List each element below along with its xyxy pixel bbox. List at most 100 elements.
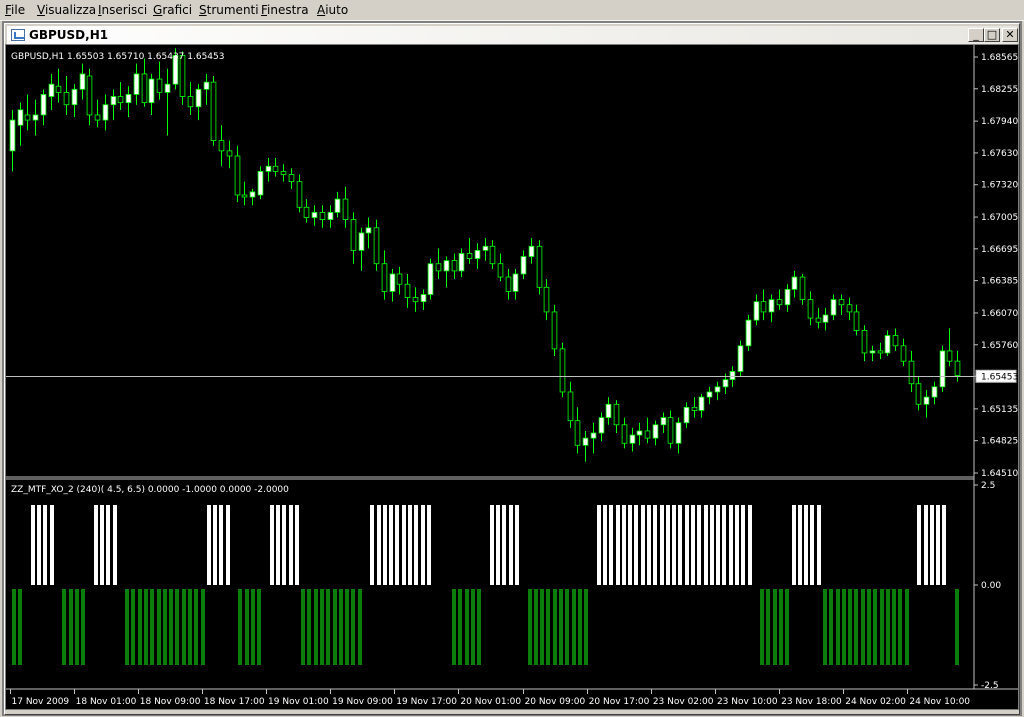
histo-bar-up	[219, 505, 223, 585]
histo-bar-down	[766, 589, 770, 665]
histo-bar-down	[307, 589, 311, 665]
chart-window-titlebar[interactable]: GBPUSD,H1 _ □ ✕	[7, 26, 1018, 45]
histo-bar-down	[880, 589, 884, 665]
histo-bar-down	[867, 589, 871, 665]
candle-body	[636, 430, 643, 436]
candle-body	[853, 311, 860, 331]
indicator-panel[interactable]	[12, 505, 959, 665]
histo-bar-down	[873, 589, 877, 665]
menu-strumenti[interactable]: Strumenti	[199, 3, 259, 18]
histo-bar-down	[559, 589, 563, 665]
candle-body	[729, 371, 736, 381]
candle-body	[396, 273, 403, 285]
time-tick-label: 20 Nov 09:00	[525, 697, 586, 707]
histo-bar-down	[351, 589, 355, 665]
histo-bar-up	[710, 505, 714, 585]
close-button[interactable]: ✕	[1002, 28, 1018, 42]
time-tick-label: 18 Nov 17:00	[204, 697, 265, 707]
histo-bar-up	[917, 505, 921, 585]
candle-body	[954, 360, 961, 376]
candle-body	[427, 263, 434, 295]
menu-grafici[interactable]: Grafici	[153, 3, 192, 18]
candle-body	[265, 165, 272, 172]
histo-bar-up	[402, 505, 406, 585]
candle-body	[652, 424, 659, 439]
histo-bar-up	[691, 505, 695, 585]
candle-body	[512, 273, 519, 292]
menu-inserisci[interactable]: Inserisci	[98, 3, 147, 18]
histo-bar-up	[113, 505, 117, 585]
menu-finestra[interactable]: Finestra	[261, 3, 309, 18]
candle-body	[187, 96, 194, 108]
candle-body	[799, 276, 806, 301]
price-tick-label: 1.64825	[981, 437, 1018, 447]
candle-body	[884, 335, 891, 354]
histo-bar-down	[326, 589, 330, 665]
candle-body	[133, 73, 140, 95]
candle-body	[234, 155, 241, 196]
histo-bar-up	[653, 505, 657, 585]
candle-body	[776, 299, 783, 306]
time-tick-label: 23 Nov 18:00	[781, 697, 842, 707]
histo-bar-down	[898, 589, 902, 665]
candle-body	[559, 348, 566, 393]
candle-body	[846, 304, 853, 313]
candle-body	[381, 263, 388, 292]
candle-body	[482, 245, 489, 251]
histo-bar-up	[94, 505, 98, 585]
histo-bar-down	[125, 589, 129, 665]
candle-body	[582, 437, 589, 446]
candle-body	[660, 417, 667, 426]
indicator-tick-label: -2.5	[981, 681, 999, 691]
candle-body	[567, 391, 574, 422]
histo-bar-up	[678, 505, 682, 585]
menu-aiuto[interactable]: Aiuto	[317, 3, 348, 18]
histo-bar-down	[534, 589, 538, 665]
histo-bar-up	[735, 505, 739, 585]
histo-bar-down	[565, 589, 569, 665]
candle-body	[156, 78, 163, 93]
histo-bar-down	[339, 589, 343, 665]
price-tick-label: 1.67630	[981, 149, 1018, 159]
candle-body	[691, 406, 698, 411]
histo-bar-up	[276, 505, 280, 585]
histo-bar-up	[289, 505, 293, 585]
candle-body	[350, 219, 357, 251]
histo-bar-down	[314, 589, 318, 665]
candle-body	[241, 194, 248, 198]
candle-body	[86, 75, 93, 116]
candle-body	[791, 276, 798, 290]
chart-area[interactable]: 1.68565 1.68255 1.67940 1.67630 1.67320 1.670…	[5, 44, 1019, 710]
histo-bar-up	[716, 505, 720, 585]
candle-body	[722, 379, 729, 388]
candle-body	[497, 263, 504, 278]
chart-canvas[interactable]: 1.68565 1.68255 1.67940 1.67630 1.67320 1.670…	[6, 45, 1018, 709]
histo-bar-down	[584, 589, 588, 665]
histo-bar-up	[641, 505, 645, 585]
candle-body	[311, 212, 318, 218]
candle-body	[629, 434, 636, 444]
histo-bar-down	[854, 589, 858, 665]
candle-body	[257, 170, 264, 196]
candle-body	[71, 88, 78, 106]
price-tick-label: 1.66070	[981, 309, 1018, 319]
candle-body	[877, 350, 884, 354]
histo-bar-down	[465, 589, 469, 665]
histo-bar-up	[43, 505, 47, 585]
maximize-button[interactable]: □	[984, 28, 1000, 42]
candle-body	[412, 297, 419, 303]
candle-body	[753, 301, 760, 321]
histo-bar-up	[685, 505, 689, 585]
chart-window-title: GBPUSD,H1	[29, 28, 109, 42]
histo-bar-up	[942, 505, 946, 585]
price-tick-label: 1.66385	[981, 277, 1018, 287]
minimize-button[interactable]: _	[968, 28, 984, 42]
menu-visualizza[interactable]: Visualizza	[37, 3, 96, 18]
menu-file[interactable]: File	[5, 3, 25, 18]
histo-bar-down	[553, 589, 557, 665]
histo-bar-down	[848, 589, 852, 665]
price-panel[interactable]	[9, 48, 961, 462]
histo-bar-down	[458, 589, 462, 665]
candle-body	[226, 150, 233, 157]
histo-bar-down	[892, 589, 896, 665]
